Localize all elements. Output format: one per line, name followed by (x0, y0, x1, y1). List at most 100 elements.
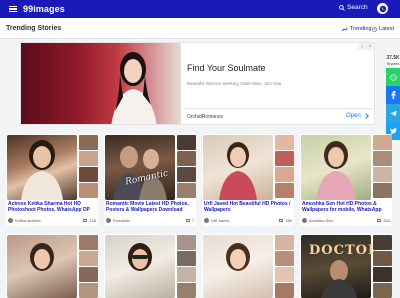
author-avatar (204, 218, 209, 223)
story-thumb-small (373, 167, 392, 182)
share-whatsapp-button[interactable] (386, 68, 400, 86)
menu-icon[interactable] (9, 5, 17, 13)
story-card[interactable]: Amoshka Sen Hot HD Photos & Wallpapers f… (300, 134, 392, 226)
story-card[interactable] (6, 234, 98, 298)
site-logo[interactable]: 99images (23, 4, 65, 14)
story-thumb-small (177, 251, 196, 266)
story-title[interactable]: Amoshka Sen Hot HD Photos & Wallpapers f… (302, 201, 392, 213)
ad-close-icon[interactable]: × (366, 43, 374, 50)
story-thumb-small (373, 235, 392, 250)
tab-latest-label: Latest (379, 26, 394, 32)
story-thumbnail[interactable] (105, 235, 175, 298)
chevron-right-icon (365, 113, 369, 119)
search-button[interactable]: Search (339, 4, 368, 11)
ad-info-icon[interactable]: i (358, 43, 366, 50)
author-name[interactable]: Romantic (113, 218, 130, 223)
story-thumbnail[interactable] (7, 135, 77, 200)
image-count: 7 (185, 218, 194, 223)
image-count: 128 (83, 218, 96, 223)
author-name[interactable]: Anushka Sen (309, 218, 333, 223)
story-meta: Romantic 7 (106, 218, 194, 223)
whatsapp-icon (389, 73, 397, 81)
story-thumb-small (79, 235, 98, 250)
story-thumb-small (275, 267, 294, 282)
story-meta: Anushka Sen 332 (302, 218, 390, 223)
story-thumb-small (275, 135, 294, 150)
ad-divider (184, 108, 372, 109)
search-icon (339, 4, 345, 11)
story-thumb-small (177, 267, 196, 282)
images-icon (377, 219, 382, 222)
facebook-icon (391, 91, 395, 99)
author-avatar (106, 218, 111, 223)
story-thumb-small (177, 235, 196, 250)
story-thumb-small (275, 183, 294, 198)
story-thumb-small (373, 251, 392, 266)
story-card[interactable]: DOCTOR (300, 234, 392, 298)
section-title: Trending Stories (6, 25, 62, 32)
tab-latest[interactable]: Latest (372, 26, 394, 32)
story-thumb-small (79, 267, 98, 282)
story-thumbnail[interactable] (203, 235, 273, 298)
ad-source: OrchidRomance (187, 114, 224, 120)
section-bar: Trending Stories Trending Latest (0, 18, 400, 39)
image-count: 180 (279, 218, 292, 223)
story-thumb-small (79, 167, 98, 182)
story-card[interactable]: Actress Ketika Sharma Hot HD Photoshoot … (6, 134, 98, 226)
story-card[interactable] (104, 234, 196, 298)
ad-headline[interactable]: Find Your Soulmate (187, 63, 266, 73)
story-card[interactable]: Urfi Javed Hot Beautiful HD Photos / Wal… (202, 134, 294, 226)
story-card[interactable] (202, 234, 294, 298)
story-thumb-small (373, 183, 392, 198)
story-meta: Ketika sharma 128 (8, 218, 96, 223)
trending-icon (342, 27, 348, 31)
story-thumbnail[interactable] (7, 235, 77, 298)
ad-open-button[interactable]: Open (346, 113, 370, 119)
author-avatar (302, 218, 307, 223)
story-thumbnail[interactable]: Romantic (105, 135, 175, 200)
author-name[interactable]: Urfi Javed (211, 218, 229, 223)
image-count-value: 7 (191, 218, 194, 223)
story-thumb-small (177, 135, 196, 150)
author-name[interactable]: Ketika sharma (15, 218, 41, 223)
image-count: 332 (377, 218, 390, 223)
images-icon (279, 219, 284, 222)
story-thumbnail[interactable] (203, 135, 273, 200)
image-count-value: 128 (89, 218, 96, 223)
story-thumb-small (275, 251, 294, 266)
story-thumb-small (275, 167, 294, 182)
story-thumb-small (177, 183, 196, 198)
ad-controls: i × (358, 43, 374, 50)
share-count: 37.5K Shares (386, 54, 400, 68)
story-title[interactable]: Urfi Javed Hot Beautiful HD Photos / Wal… (204, 201, 294, 213)
tab-trending[interactable]: Trending (342, 26, 372, 32)
story-thumb-small (373, 267, 392, 282)
clock-icon (372, 26, 377, 32)
story-thumb-small (79, 135, 98, 150)
story-thumb-small (79, 183, 98, 198)
telegram-icon (389, 110, 397, 116)
share-telegram-button[interactable] (386, 104, 400, 122)
ad-woman-illustration (111, 52, 157, 124)
image-count-value: 332 (383, 218, 390, 223)
story-thumbnail[interactable]: DOCTOR (301, 235, 379, 298)
ad-image (21, 43, 181, 124)
images-icon (83, 219, 88, 222)
top-bar: 99images Search (0, 0, 400, 18)
share-rail: 37.5K Shares (386, 54, 400, 140)
story-title[interactable]: Actress Ketika Sharma Hot HD Photoshoot … (8, 201, 98, 213)
story-thumbnail[interactable] (301, 135, 371, 200)
image-count-value: 180 (285, 218, 292, 223)
story-thumb-small (275, 235, 294, 250)
story-thumb-small (373, 135, 392, 150)
search-label: Search (347, 4, 368, 11)
whatsapp-icon[interactable] (377, 3, 388, 14)
story-thumb-small (79, 251, 98, 266)
ad-banner[interactable]: i × Find Your Soulmate Beautiful Women S… (20, 42, 375, 125)
story-card[interactable]: Romantic Romantic Movie Latest HD Photos… (104, 134, 196, 226)
images-icon (185, 219, 190, 222)
story-title[interactable]: Romantic Movie Latest HD Photos, Posters… (106, 201, 196, 213)
story-meta: Urfi Javed 180 (204, 218, 292, 223)
ad-subtext: Beautiful Women Seeking Older Men, Join … (187, 81, 282, 86)
share-facebook-button[interactable] (386, 86, 400, 104)
